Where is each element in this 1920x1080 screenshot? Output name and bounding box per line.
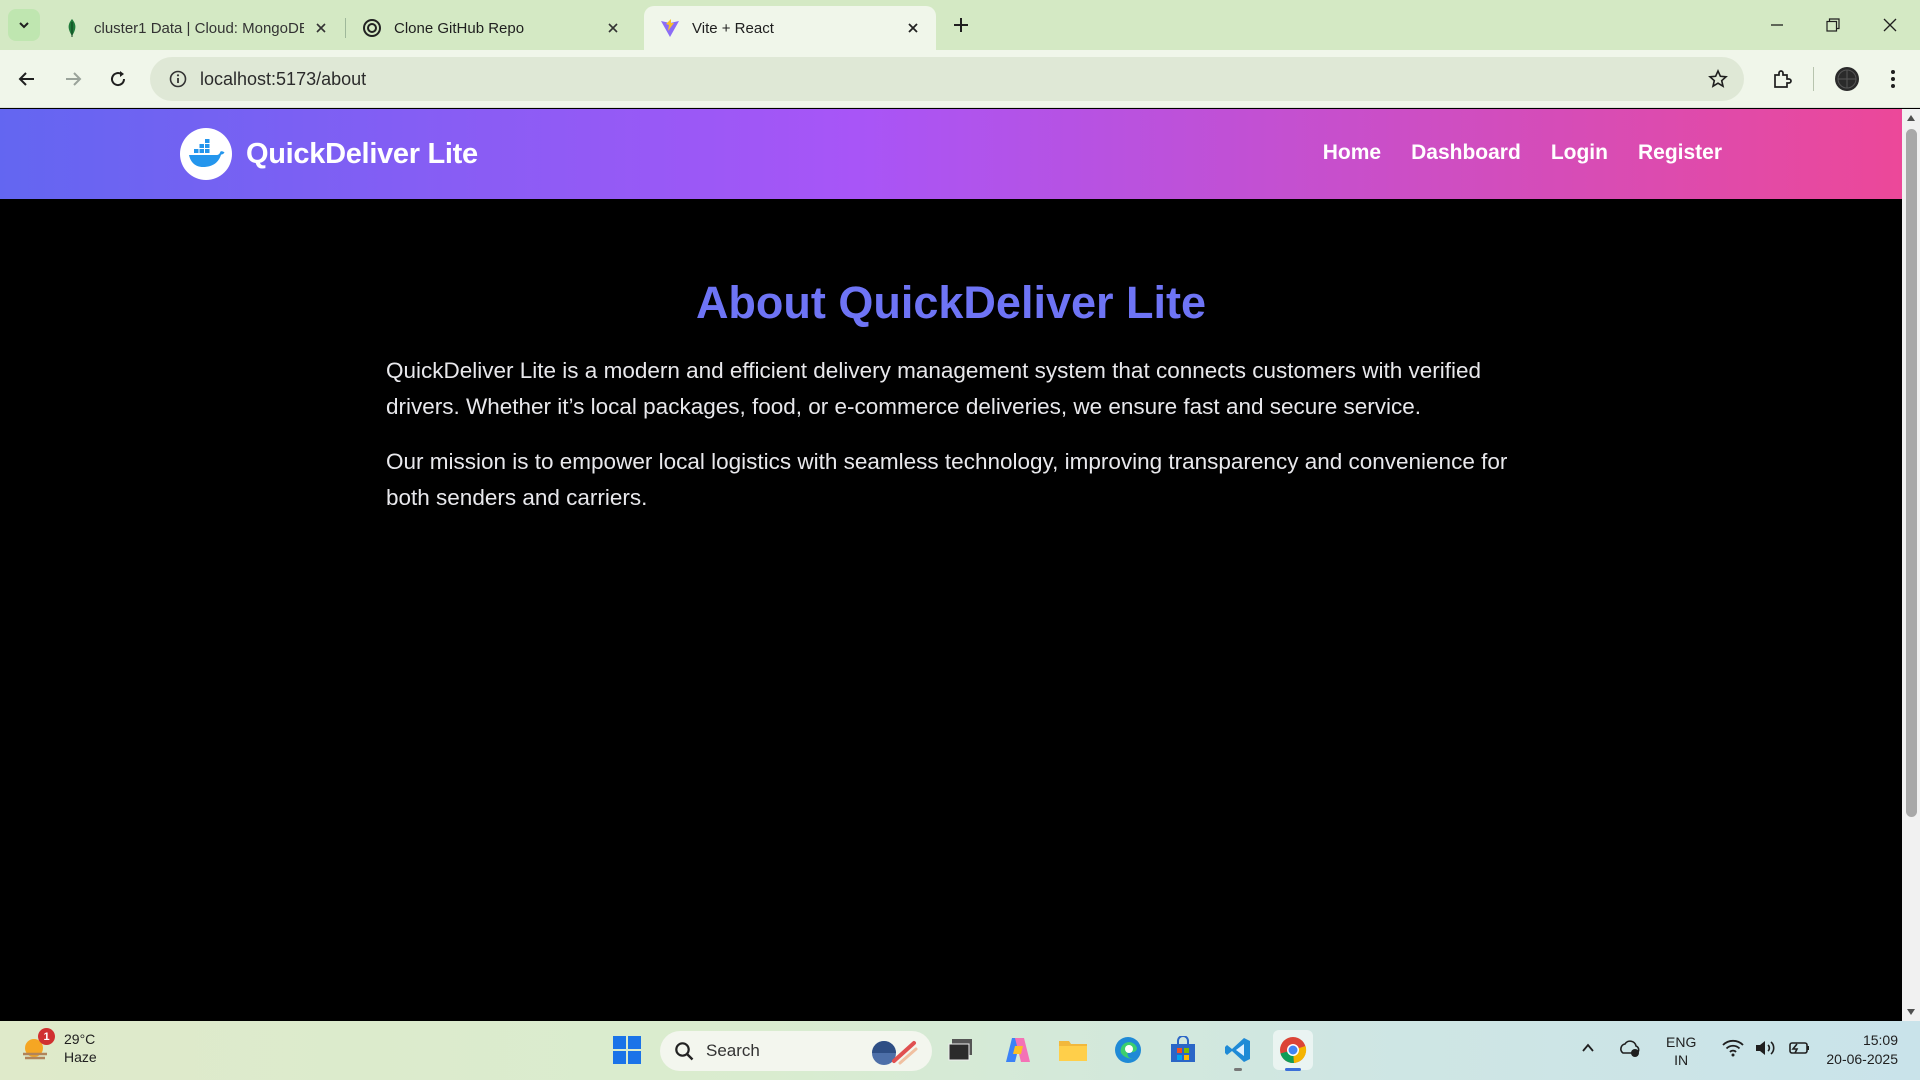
search-label: Search [706,1041,760,1060]
tab-clone-github-repo[interactable]: Clone GitHub Repo [346,6,636,50]
arrow-left-icon [18,72,34,86]
chrome-icon [1280,1037,1307,1064]
about-paragraph-mission: Our mission is to empower local logistic… [386,449,1508,510]
about-paragraph-intro: QuickDeliver Lite is a modern and effici… [386,358,1482,419]
clock-date: 20-06-2025 [1826,1051,1898,1067]
battery-icon[interactable] [1786,1039,1810,1062]
url-text[interactable]: localhost:5173/about [200,69,366,90]
volume-icon[interactable] [1754,1039,1776,1062]
weather-temperature: 29°C [64,1031,96,1047]
site-navbar: QuickDeliver Lite Home Dashboard Login R… [0,109,1902,199]
close-window-button[interactable] [1875,10,1905,40]
task-view-button[interactable] [941,1030,981,1070]
docker-whale-icon [180,128,232,180]
browser-toolbar: localhost:5173/about [0,50,1920,108]
nav-link-login[interactable]: Login [1551,141,1608,165]
search-icon [675,1042,694,1061]
vscode-button[interactable] [1218,1030,1258,1071]
plus-icon [954,18,968,32]
copilot-button[interactable] [998,1030,1038,1070]
nav-link-register[interactable]: Register [1638,141,1722,165]
minimize-button[interactable] [1762,10,1792,40]
weather-condition: Haze [64,1049,97,1065]
page-title: About QuickDeliver Lite [695,277,1207,328]
page-viewport: QuickDeliver Lite Home Dashboard Login R… [0,109,1902,1021]
region-code: IN [1674,1051,1689,1068]
arrow-right-icon [66,72,82,86]
new-tab-button[interactable] [948,12,974,38]
nav-links: Home Dashboard Login Register [1323,141,1722,165]
extensions-button[interactable] [1767,64,1797,94]
tab-search-button[interactable] [8,9,40,41]
about-section: About QuickDeliver Lite QuickDeliver Lit… [386,199,1516,516]
mongodb-leaf-icon [62,18,82,38]
vite-icon [660,18,680,38]
store-icon [1171,1036,1195,1062]
minimize-icon [1771,24,1783,26]
browser-menu-button[interactable] [1878,64,1908,94]
reload-icon [111,71,126,87]
language-indicator[interactable]: ENG IN [1666,1033,1696,1069]
back-button[interactable] [12,64,42,94]
close-icon[interactable] [904,19,922,37]
taskbar-search[interactable]: Search [660,1031,932,1071]
tab-title: Vite + React [692,19,774,37]
task-view-icon [948,1039,972,1061]
tab-title: cluster1 Data | Cloud: MongoDB [94,19,304,37]
microsoft-store-button[interactable] [1163,1030,1203,1070]
vscode-icon [1225,1038,1250,1062]
browser-tab-strip: cluster1 Data | Cloud: MongoDB Clone Git… [0,0,1920,50]
restore-icon [1826,18,1840,32]
chevron-up-icon[interactable] [1580,1040,1596,1061]
brand-link[interactable]: QuickDeliver Lite [180,128,478,180]
kebab-menu-icon [1891,70,1895,88]
close-icon [1883,18,1897,32]
page-scrollbar[interactable] [1902,109,1920,1021]
scroll-down-arrow-icon[interactable] [1906,1007,1916,1017]
folder-icon [1059,1041,1087,1061]
nav-link-home[interactable]: Home [1323,141,1381,165]
clock-time: 15:09 [1862,1032,1898,1048]
windows-taskbar: 1 29°C Haze Search ENG IN 15:09 20-06-20… [0,1021,1920,1080]
running-indicator [1234,1068,1242,1071]
wifi-icon[interactable] [1722,1039,1744,1062]
chrome-button[interactable] [1273,1030,1313,1071]
forward-button[interactable] [58,64,88,94]
edge-browser-button[interactable] [1108,1030,1148,1070]
reload-button[interactable] [103,64,133,94]
openai-icon [362,18,382,38]
tab-mongodb[interactable]: cluster1 Data | Cloud: MongoDB [46,6,344,50]
bookmark-star-icon[interactable] [1706,67,1730,91]
scroll-up-arrow-icon[interactable] [1906,113,1916,123]
active-indicator [1285,1068,1301,1071]
weather-widget[interactable]: 1 29°C Haze [20,1028,97,1066]
copilot-icon [1006,1038,1030,1062]
address-bar[interactable]: localhost:5173/about [150,57,1744,101]
weather-alert-badge: 1 [38,1028,55,1045]
puzzle-icon [1774,70,1792,88]
system-tray: ENG IN [1580,1021,1810,1080]
scrollbar-thumb[interactable] [1906,129,1917,817]
edge-icon [1115,1037,1141,1063]
tab-vite-react[interactable]: Vite + React [644,6,936,50]
close-icon[interactable] [312,19,330,37]
toolbar-divider [1813,67,1814,91]
onedrive-sync-icon[interactable] [1618,1038,1642,1063]
weather-haze-icon: 1 [20,1028,55,1064]
profile-avatar[interactable] [1832,64,1862,94]
avatar-icon [1835,67,1859,91]
brand-name: QuickDeliver Lite [246,137,478,170]
file-explorer-button[interactable] [1053,1030,1093,1070]
start-button[interactable] [607,1030,647,1070]
language-code: ENG [1666,1033,1697,1050]
site-info-icon[interactable] [156,70,200,88]
close-icon[interactable] [604,19,622,37]
windows-logo-icon [613,1036,641,1064]
tab-title: Clone GitHub Repo [394,19,525,37]
nav-link-dashboard[interactable]: Dashboard [1411,141,1521,165]
chevron-down-icon [19,22,29,29]
restore-button[interactable] [1818,10,1848,40]
taskbar-clock[interactable]: 15:09 20-06-2025 [1826,1031,1898,1069]
search-highlight-icon [872,1041,918,1065]
